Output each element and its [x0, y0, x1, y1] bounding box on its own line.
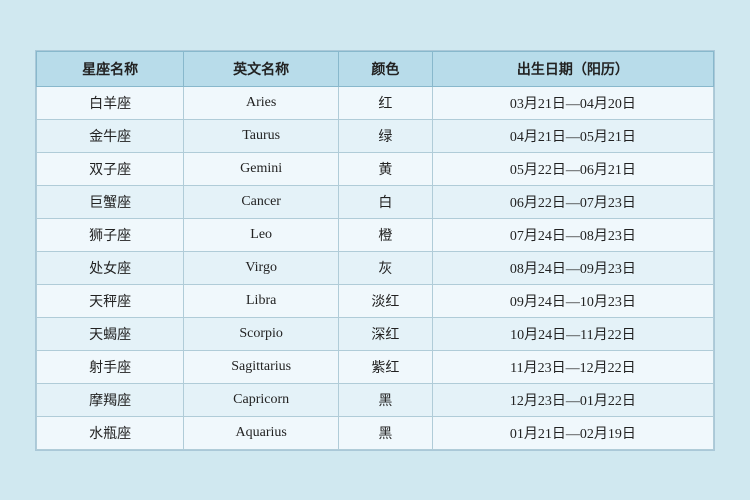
table-row: 巨蟹座Cancer白06月22日—07月23日	[37, 185, 714, 218]
cell-english-name: Taurus	[184, 119, 339, 152]
cell-dates: 10月24日—11月22日	[432, 317, 713, 350]
cell-dates: 05月22日—06月21日	[432, 152, 713, 185]
table-row: 水瓶座Aquarius黑01月21日—02月19日	[37, 416, 714, 449]
cell-color: 绿	[339, 119, 433, 152]
cell-english-name: Capricorn	[184, 383, 339, 416]
table-row: 天蝎座Scorpio深红10月24日—11月22日	[37, 317, 714, 350]
header-dates: 出生日期（阳历）	[432, 51, 713, 86]
cell-dates: 11月23日—12月22日	[432, 350, 713, 383]
cell-color: 红	[339, 86, 433, 119]
cell-english-name: Aquarius	[184, 416, 339, 449]
cell-color: 淡红	[339, 284, 433, 317]
cell-english-name: Sagittarius	[184, 350, 339, 383]
cell-dates: 09月24日—10月23日	[432, 284, 713, 317]
cell-color: 黑	[339, 383, 433, 416]
table-body: 白羊座Aries红03月21日—04月20日金牛座Taurus绿04月21日—0…	[37, 86, 714, 449]
table-row: 狮子座Leo橙07月24日—08月23日	[37, 218, 714, 251]
cell-chinese-name: 摩羯座	[37, 383, 184, 416]
cell-dates: 08月24日—09月23日	[432, 251, 713, 284]
table-row: 白羊座Aries红03月21日—04月20日	[37, 86, 714, 119]
header-english-name: 英文名称	[184, 51, 339, 86]
zodiac-table-container: 星座名称 英文名称 颜色 出生日期（阳历） 白羊座Aries红03月21日—04…	[35, 50, 715, 451]
table-row: 摩羯座Capricorn黑12月23日—01月22日	[37, 383, 714, 416]
table-header-row: 星座名称 英文名称 颜色 出生日期（阳历）	[37, 51, 714, 86]
cell-english-name: Libra	[184, 284, 339, 317]
cell-color: 紫红	[339, 350, 433, 383]
cell-dates: 12月23日—01月22日	[432, 383, 713, 416]
cell-color: 深红	[339, 317, 433, 350]
table-row: 双子座Gemini黄05月22日—06月21日	[37, 152, 714, 185]
table-row: 射手座Sagittarius紫红11月23日—12月22日	[37, 350, 714, 383]
cell-chinese-name: 水瓶座	[37, 416, 184, 449]
cell-english-name: Virgo	[184, 251, 339, 284]
cell-chinese-name: 双子座	[37, 152, 184, 185]
cell-english-name: Gemini	[184, 152, 339, 185]
table-row: 金牛座Taurus绿04月21日—05月21日	[37, 119, 714, 152]
cell-chinese-name: 白羊座	[37, 86, 184, 119]
cell-dates: 01月21日—02月19日	[432, 416, 713, 449]
cell-dates: 07月24日—08月23日	[432, 218, 713, 251]
table-row: 天秤座Libra淡红09月24日—10月23日	[37, 284, 714, 317]
cell-english-name: Scorpio	[184, 317, 339, 350]
cell-chinese-name: 射手座	[37, 350, 184, 383]
table-row: 处女座Virgo灰08月24日—09月23日	[37, 251, 714, 284]
header-color: 颜色	[339, 51, 433, 86]
cell-color: 黑	[339, 416, 433, 449]
cell-color: 橙	[339, 218, 433, 251]
cell-color: 灰	[339, 251, 433, 284]
cell-english-name: Cancer	[184, 185, 339, 218]
zodiac-table: 星座名称 英文名称 颜色 出生日期（阳历） 白羊座Aries红03月21日—04…	[36, 51, 714, 450]
cell-english-name: Leo	[184, 218, 339, 251]
cell-chinese-name: 天秤座	[37, 284, 184, 317]
cell-chinese-name: 金牛座	[37, 119, 184, 152]
cell-dates: 03月21日—04月20日	[432, 86, 713, 119]
cell-chinese-name: 处女座	[37, 251, 184, 284]
cell-chinese-name: 巨蟹座	[37, 185, 184, 218]
cell-dates: 04月21日—05月21日	[432, 119, 713, 152]
cell-chinese-name: 狮子座	[37, 218, 184, 251]
cell-english-name: Aries	[184, 86, 339, 119]
header-chinese-name: 星座名称	[37, 51, 184, 86]
cell-dates: 06月22日—07月23日	[432, 185, 713, 218]
cell-color: 白	[339, 185, 433, 218]
cell-chinese-name: 天蝎座	[37, 317, 184, 350]
cell-color: 黄	[339, 152, 433, 185]
